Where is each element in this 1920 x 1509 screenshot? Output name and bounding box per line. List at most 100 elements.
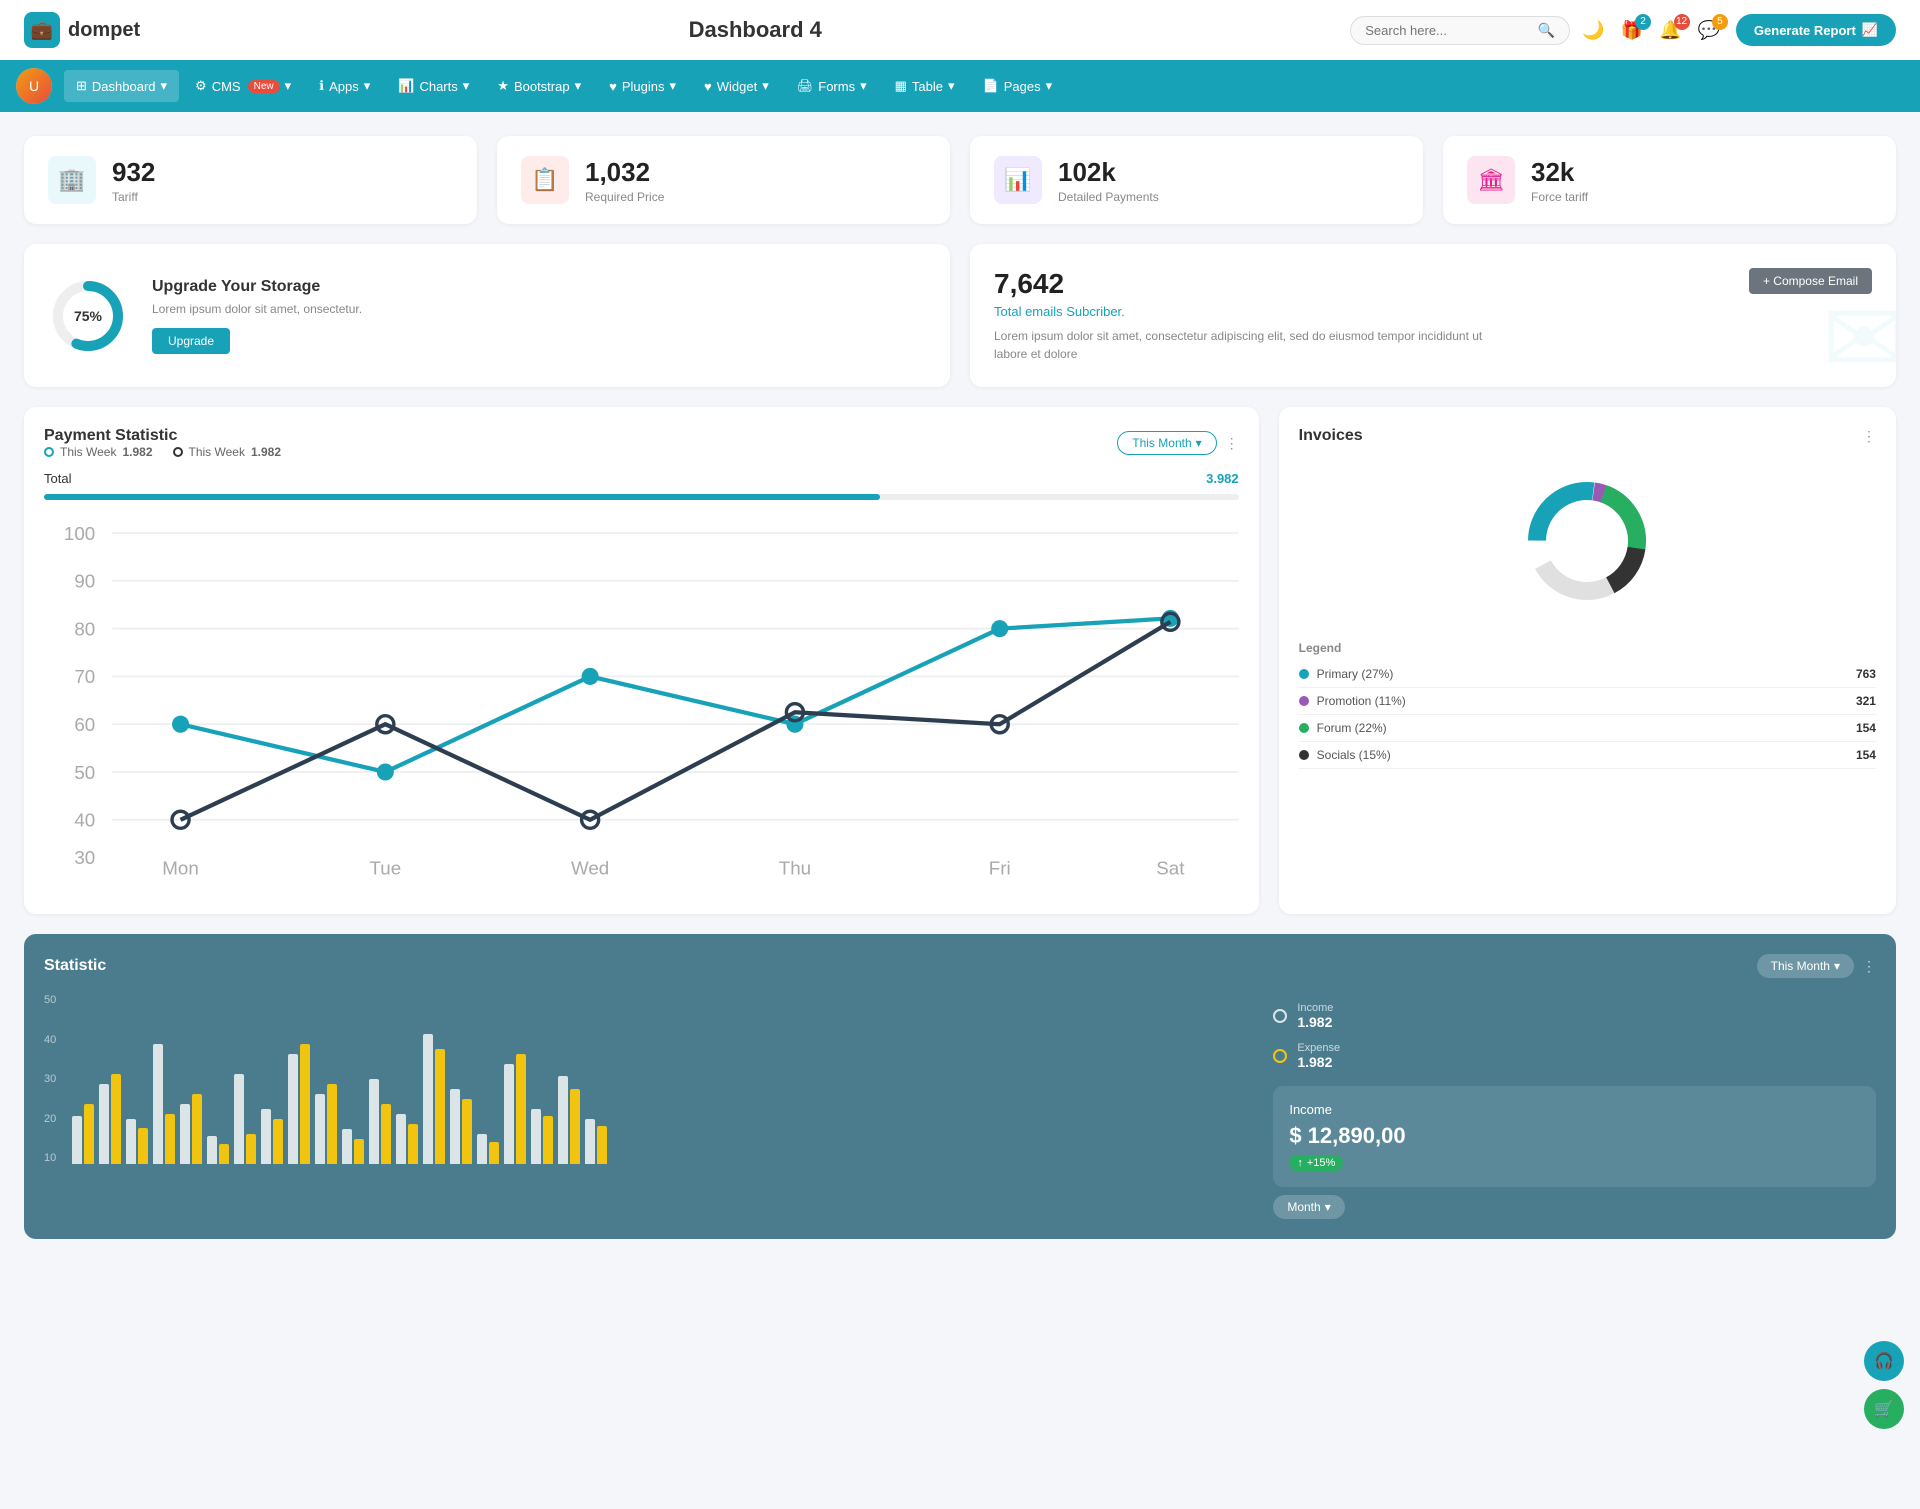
sidebar-item-cms[interactable]: ⚙ CMS New ▾ xyxy=(183,70,303,102)
price-value: 1,032 xyxy=(585,157,664,188)
stat-info-force: 32k Force tariff xyxy=(1531,157,1588,204)
sidebar-item-table[interactable]: ▦ Table ▾ xyxy=(883,70,967,102)
sidebar-item-dashboard[interactable]: ⊞ Dashboard ▾ xyxy=(64,70,179,102)
inv-legend-forum: Forum (22%) 154 xyxy=(1299,715,1876,742)
bar-yellow-1 xyxy=(84,1104,94,1164)
bar-group-1 xyxy=(72,1104,94,1164)
sidebar-item-bootstrap[interactable]: ★ Bootstrap ▾ xyxy=(485,70,593,102)
bar-group-3 xyxy=(126,1119,148,1164)
y-label-10: 10 xyxy=(44,1152,56,1164)
svg-text:40: 40 xyxy=(74,810,95,831)
chevron-down-icon: ▾ xyxy=(762,78,769,94)
upgrade-button[interactable]: Upgrade xyxy=(152,328,230,354)
chevron-down-icon: ▾ xyxy=(669,78,676,94)
email-card-header: 7,642 Total emails Subcriber. Lorem ipsu… xyxy=(994,268,1872,363)
bar-white-1 xyxy=(72,1116,82,1164)
middle-row: 75% Upgrade Your Storage Lorem ipsum dol… xyxy=(24,244,1896,387)
bar-yellow-4 xyxy=(165,1114,175,1164)
email-subtitle: Total emails Subcriber. xyxy=(994,304,1494,319)
income-panel: Income $ 12,890,00 ↑ +15% xyxy=(1273,1086,1876,1187)
bell-button[interactable]: 🔔 12 xyxy=(1659,20,1681,41)
legend-dot-teal xyxy=(44,447,54,457)
widget-icon: ♥ xyxy=(704,79,712,94)
bar-group-8 xyxy=(261,1109,283,1164)
stats-row: 🏢 932 Tariff 📋 1,032 Required Price 📊 10… xyxy=(24,136,1896,224)
bootstrap-icon: ★ xyxy=(497,78,509,94)
inv-legend-left-socials: Socials (15%) xyxy=(1299,748,1391,762)
payment-chart-title: Payment Statistic xyxy=(44,427,281,445)
bar-group-20 xyxy=(585,1119,607,1164)
chat-badge: 5 xyxy=(1712,14,1728,30)
bar-group-6 xyxy=(207,1136,229,1164)
inv-dot-forum xyxy=(1299,723,1309,733)
bar-white-19 xyxy=(558,1076,568,1164)
y-label-30: 30 xyxy=(44,1073,56,1085)
sidebar-item-plugins[interactable]: ♥ Plugins ▾ xyxy=(597,70,688,102)
right-legend-expense: Expense 1.982 xyxy=(1273,1042,1876,1070)
apps-icon: ℹ xyxy=(319,78,324,94)
bar-yellow-13 xyxy=(408,1124,418,1164)
expense-legend-dot xyxy=(1273,1049,1287,1063)
svg-text:90: 90 xyxy=(74,571,95,592)
this-month-button[interactable]: This Month ▾ xyxy=(1117,431,1216,455)
force-label: Force tariff xyxy=(1531,190,1588,204)
bar-chart-section: 50 40 30 20 10 xyxy=(44,994,1249,1219)
generate-report-label: Generate Report xyxy=(1754,23,1856,38)
gift-button[interactable]: 🎁 2 xyxy=(1621,20,1643,41)
more-options-icon[interactable]: ⋮ xyxy=(1225,435,1239,452)
bar-yellow-6 xyxy=(219,1144,229,1164)
chevron-down-icon: ▾ xyxy=(1325,1200,1331,1214)
income-badge: ↑ +15% xyxy=(1289,1155,1343,1171)
chevron-down-icon: ▾ xyxy=(285,78,292,94)
tariff-label: Tariff xyxy=(112,190,155,204)
sidebar-item-pages[interactable]: 📄 Pages ▾ xyxy=(971,70,1065,102)
storage-title: Upgrade Your Storage xyxy=(152,278,362,296)
cart-float-button[interactable]: 🛒 xyxy=(1864,1389,1904,1429)
inv-value-socials: 154 xyxy=(1856,748,1876,762)
moon-button[interactable]: 🌙 xyxy=(1582,20,1604,41)
navbar: U ⊞ Dashboard ▾ ⚙ CMS New ▾ ℹ Apps ▾ 📊 C… xyxy=(0,60,1920,112)
force-value: 32k xyxy=(1531,157,1588,188)
stat-card-tariff-force: 🏛 32k Force tariff xyxy=(1443,136,1896,224)
svg-text:Tue: Tue xyxy=(370,857,402,878)
month-dropdown-button[interactable]: Month ▾ xyxy=(1273,1195,1344,1219)
search-input[interactable] xyxy=(1365,23,1538,38)
expense-legend-label: Expense xyxy=(1297,1042,1340,1054)
income-panel-label: Income xyxy=(1289,1102,1860,1117)
statistic-month-button[interactable]: This Month ▾ xyxy=(1757,954,1854,978)
payments-label: Detailed Payments xyxy=(1058,190,1159,204)
page-title: Dashboard 4 xyxy=(689,17,822,43)
sidebar-item-forms[interactable]: 🖨 Forms ▾ xyxy=(785,70,879,102)
bar-yellow-10 xyxy=(327,1084,337,1164)
payments-value: 102k xyxy=(1058,157,1159,188)
sidebar-item-widget[interactable]: ♥ Widget ▾ xyxy=(692,70,781,102)
search-box[interactable]: 🔍 xyxy=(1350,16,1570,45)
bar-yellow-12 xyxy=(381,1104,391,1164)
legend-dot-dark xyxy=(173,447,183,457)
support-float-button[interactable]: 🎧 xyxy=(1864,1341,1904,1381)
svg-text:Thu: Thu xyxy=(779,857,811,878)
statistic-month-label: This Month xyxy=(1771,959,1830,973)
generate-report-button[interactable]: Generate Report 📈 xyxy=(1736,14,1896,46)
total-value: 3.982 xyxy=(1206,471,1239,486)
price-label: Required Price xyxy=(585,190,664,204)
bar-group-5 xyxy=(180,1094,202,1164)
bar-white-9 xyxy=(288,1054,298,1164)
stat-card-payments: 📊 102k Detailed Payments xyxy=(970,136,1423,224)
chevron-down-icon: ▾ xyxy=(1196,436,1202,450)
legend-label-2: This Week xyxy=(189,445,245,459)
svg-text:80: 80 xyxy=(74,618,95,639)
bar-group-4 xyxy=(153,1044,175,1164)
statistic-right-panel: Income 1.982 Expense 1.982 Income $ xyxy=(1273,994,1876,1219)
inv-label-promotion: Promotion (11%) xyxy=(1317,694,1406,708)
stat-info-payments: 102k Detailed Payments xyxy=(1058,157,1159,204)
statistic-more-icon[interactable]: ⋮ xyxy=(1862,958,1876,975)
legend-value-2: 1.982 xyxy=(251,445,281,459)
sidebar-item-charts[interactable]: 📊 Charts ▾ xyxy=(386,70,481,102)
invoices-more-icon[interactable]: ⋮ xyxy=(1862,428,1876,445)
statistic-section: Statistic This Month ▾ ⋮ 50 40 30 20 xyxy=(24,934,1896,1239)
chat-button[interactable]: 💬 5 xyxy=(1698,20,1720,41)
charts-row: Payment Statistic This Week 1.982 This W… xyxy=(24,407,1896,914)
sidebar-item-apps[interactable]: ℹ Apps ▾ xyxy=(307,70,382,102)
nav-avatar: U xyxy=(16,68,52,104)
